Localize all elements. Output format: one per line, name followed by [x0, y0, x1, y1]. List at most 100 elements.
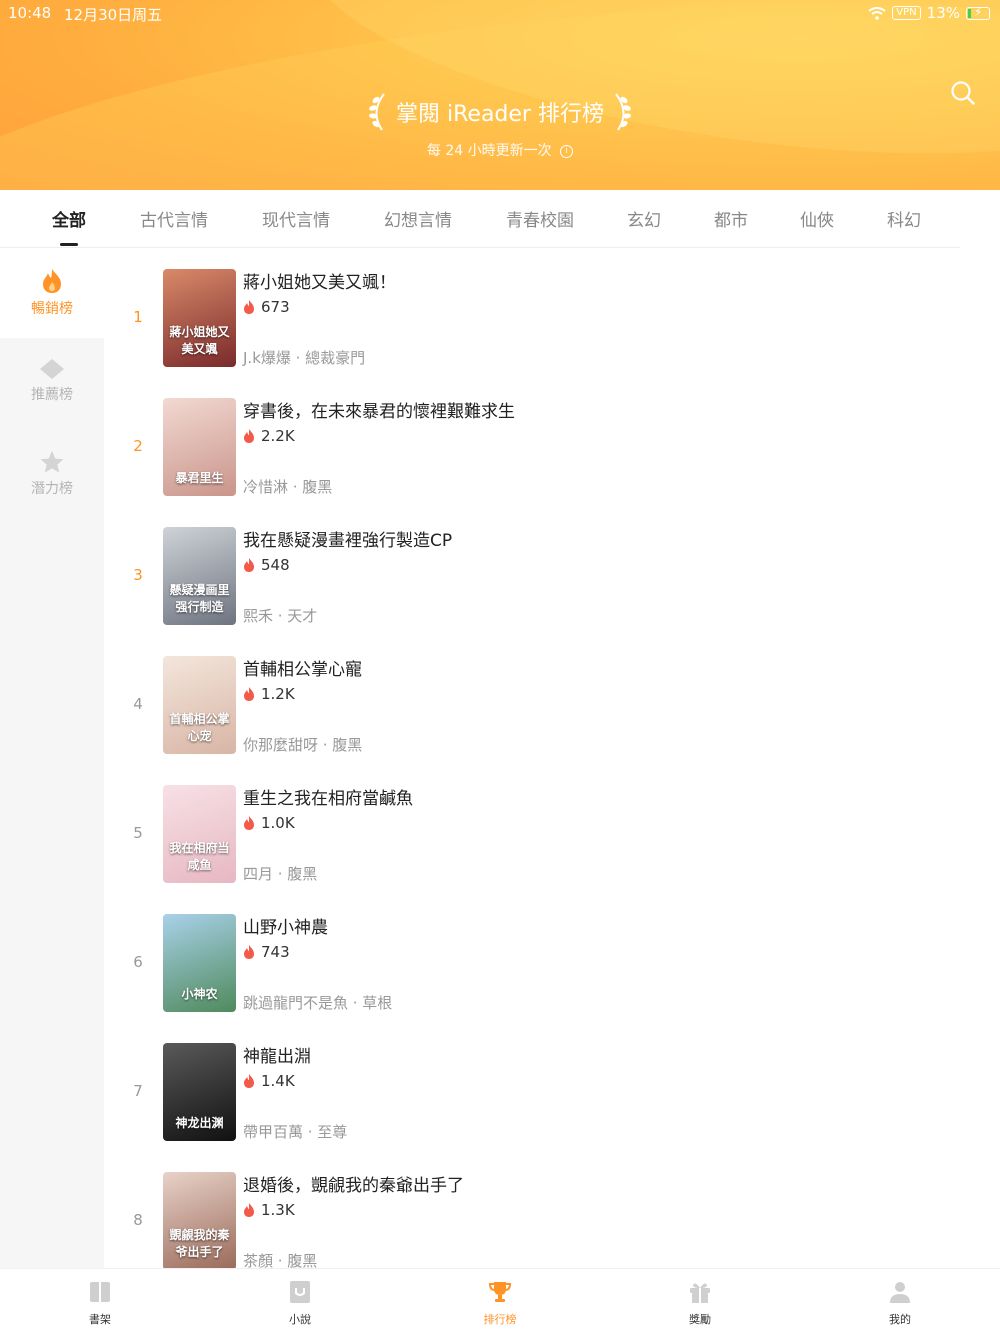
book-row[interactable]: 1 蔣小姐她又美又颯 蔣小姐她又美又颯！ 673 J.k爆爆 · 總裁豪門 [104, 248, 1000, 377]
book-cover[interactable]: 神龙出渊 [163, 1043, 236, 1141]
tab-fantasy-romance[interactable]: 幻想言情 [384, 206, 452, 231]
bottom-nav: 書架 小說 排行榜 獎勵 我的 [0, 1268, 1000, 1335]
book-row[interactable]: 5 我在相府当咸鱼 重生之我在相府當鹹魚 1.0K 四月 · 腹黑 [104, 764, 1000, 893]
nav-ranking[interactable]: 排行榜 [470, 1279, 530, 1327]
book-cover[interactable]: 我在相府当咸鱼 [163, 785, 236, 883]
sidebar-item-recommended[interactable]: 推薦榜 [0, 358, 104, 404]
flame-icon [244, 558, 254, 572]
book-title[interactable]: 穿書後，在未來暴君的懷裡艱難求生 [243, 397, 515, 422]
book-meta: 你那麼甜呀 · 腹黑 [243, 736, 363, 754]
nav-novel[interactable]: 小說 [270, 1279, 330, 1327]
nav-label-bookshelf: 書架 [89, 1313, 111, 1326]
star-icon [40, 451, 64, 473]
info-icon[interactable]: i [560, 144, 574, 158]
flame-icon [244, 300, 254, 314]
book-cover[interactable]: 蔣小姐她又美又颯 [163, 269, 236, 367]
book-cover-text: 我在相府当咸鱼 [169, 841, 230, 872]
wifi-icon [868, 6, 886, 20]
sidebar-label-recommended: 推薦榜 [31, 387, 73, 403]
sidebar-item-bestseller[interactable]: 暢銷榜 [0, 248, 104, 338]
sidebar-item-potential[interactable]: 潛力榜 [0, 450, 104, 498]
book-heat: 548 [243, 556, 290, 574]
tab-urban[interactable]: 都市 [714, 206, 748, 231]
book-rank: 2 [133, 437, 143, 455]
ranking-list: 1 蔣小姐她又美又颯 蔣小姐她又美又颯！ 673 J.k爆爆 · 總裁豪門 2 暴君里生 穿書… [104, 248, 1000, 1268]
book-heat: 1.0K [243, 814, 295, 832]
book-cover[interactable]: 懸疑漫画里强行制造 [163, 527, 236, 625]
book-row[interactable]: 3 懸疑漫画里强行制造 我在懸疑漫畫裡強行製造CP 548 熙禾 · 天才 [104, 506, 1000, 635]
sidebar-label-bestseller: 暢銷榜 [31, 301, 73, 317]
book-cover[interactable]: 首輔相公掌心宠 [163, 656, 236, 754]
book-heat-value: 548 [261, 556, 290, 574]
book-rank: 4 [133, 695, 143, 713]
diamond-icon [40, 359, 64, 379]
book-cover-text: 蔣小姐她又美又颯 [169, 325, 230, 356]
book-cover[interactable]: 小神农 [163, 914, 236, 1012]
book-row[interactable]: 6 小神农 山野小神農 743 跳過龍門不是魚 · 草根 [104, 893, 1000, 1022]
status-right: VPN 13% ⚡ [868, 4, 990, 22]
book-heat: 673 [243, 298, 290, 316]
ranking-header: 10:48 12月30日周五 VPN 13% ⚡ 掌閱 iReader 排行榜 [0, 0, 1000, 190]
book-meta: 跳過龍門不是魚 · 草根 [243, 994, 393, 1012]
book-title[interactable]: 山野小神農 [243, 913, 328, 938]
book-rank: 6 [133, 953, 143, 971]
book-heat-value: 1.3K [261, 1201, 295, 1219]
book-cover-text: 覬覦我的秦爷出手了 [169, 1228, 230, 1259]
flame-icon [244, 1074, 254, 1088]
book-heat-value: 1.0K [261, 814, 295, 832]
novel-icon [290, 1281, 310, 1303]
book-cover[interactable]: 覬覦我的秦爷出手了 [163, 1172, 236, 1268]
nav-profile[interactable]: 我的 [870, 1279, 930, 1327]
status-time: 10:48 [8, 4, 52, 22]
book-meta: J.k爆爆 · 總裁豪門 [243, 349, 366, 367]
page-title: 掌閱 iReader 排行榜 [0, 92, 1000, 136]
book-cover[interactable]: 暴君里生 [163, 398, 236, 496]
book-heat: 743 [243, 943, 290, 961]
book-cover-text: 神龙出渊 [175, 1116, 224, 1130]
book-heat-value: 743 [261, 943, 290, 961]
book-rank: 1 [133, 308, 143, 326]
tab-xuanhuan[interactable]: 玄幻 [627, 206, 661, 231]
nav-bookshelf[interactable]: 書架 [70, 1279, 130, 1327]
category-tabs: 全部 古代言情 现代言情 幻想言情 青春校園 玄幻 都市 仙俠 科幻 [0, 190, 960, 248]
vpn-badge: VPN [892, 6, 921, 20]
search-icon[interactable] [950, 80, 976, 106]
nav-label-profile: 我的 [889, 1313, 911, 1326]
book-row[interactable]: 4 首輔相公掌心宠 首輔相公掌心寵 1.2K 你那麼甜呀 · 腹黑 [104, 635, 1000, 764]
gift-icon [690, 1283, 710, 1303]
nav-rewards[interactable]: 獎勵 [670, 1279, 730, 1327]
tab-modern-romance[interactable]: 现代言情 [262, 206, 330, 231]
book-meta: 熙禾 · 天才 [243, 607, 318, 625]
book-meta: 帶甲百萬 · 至尊 [243, 1123, 348, 1141]
book-heat: 1.4K [243, 1072, 295, 1090]
battery-icon: ⚡ [966, 5, 990, 20]
book-title[interactable]: 神龍出淵 [243, 1042, 311, 1067]
book-title[interactable]: 我在懸疑漫畫裡強行製造CP [243, 526, 452, 551]
book-heat-value: 673 [261, 298, 290, 316]
book-title[interactable]: 重生之我在相府當鹹魚 [243, 784, 413, 809]
tab-all[interactable]: 全部 [52, 206, 86, 246]
book-heat: 1.3K [243, 1201, 295, 1219]
book-rank: 3 [133, 566, 143, 584]
book-rank: 8 [133, 1211, 143, 1229]
profile-icon [890, 1282, 910, 1303]
book-title[interactable]: 首輔相公掌心寵 [243, 655, 362, 680]
tab-ancient-romance[interactable]: 古代言情 [140, 206, 208, 231]
tab-campus[interactable]: 青春校園 [506, 206, 574, 231]
flame-icon [244, 687, 254, 701]
sidebar-label-potential: 潛力榜 [31, 481, 73, 497]
book-title[interactable]: 退婚後，覬覦我的秦爺出手了 [243, 1171, 464, 1196]
book-row[interactable]: 2 暴君里生 穿書後，在未來暴君的懷裡艱難求生 2.2K 冷惜淋 · 腹黑 [104, 377, 1000, 506]
flame-icon [244, 816, 254, 830]
book-title[interactable]: 蔣小姐她又美又颯！ [243, 268, 396, 293]
book-heat-value: 1.2K [261, 685, 295, 703]
book-row[interactable]: 7 神龙出渊 神龍出淵 1.4K 帶甲百萬 · 至尊 [104, 1022, 1000, 1151]
tab-scifi[interactable]: 科幻 [887, 206, 921, 231]
nav-label-rewards: 獎勵 [689, 1313, 711, 1326]
flame-icon [43, 269, 61, 293]
book-cover-text: 暴君里生 [175, 471, 224, 485]
update-note-text: 每 24 小時更新一次 [426, 143, 552, 159]
tab-xianxia[interactable]: 仙俠 [800, 206, 834, 231]
battery-percent: 13% [926, 4, 960, 22]
book-row[interactable]: 8 覬覦我的秦爷出手了 退婚後，覬覦我的秦爺出手了 1.3K 茶顏 · 腹黑 [104, 1151, 1000, 1268]
